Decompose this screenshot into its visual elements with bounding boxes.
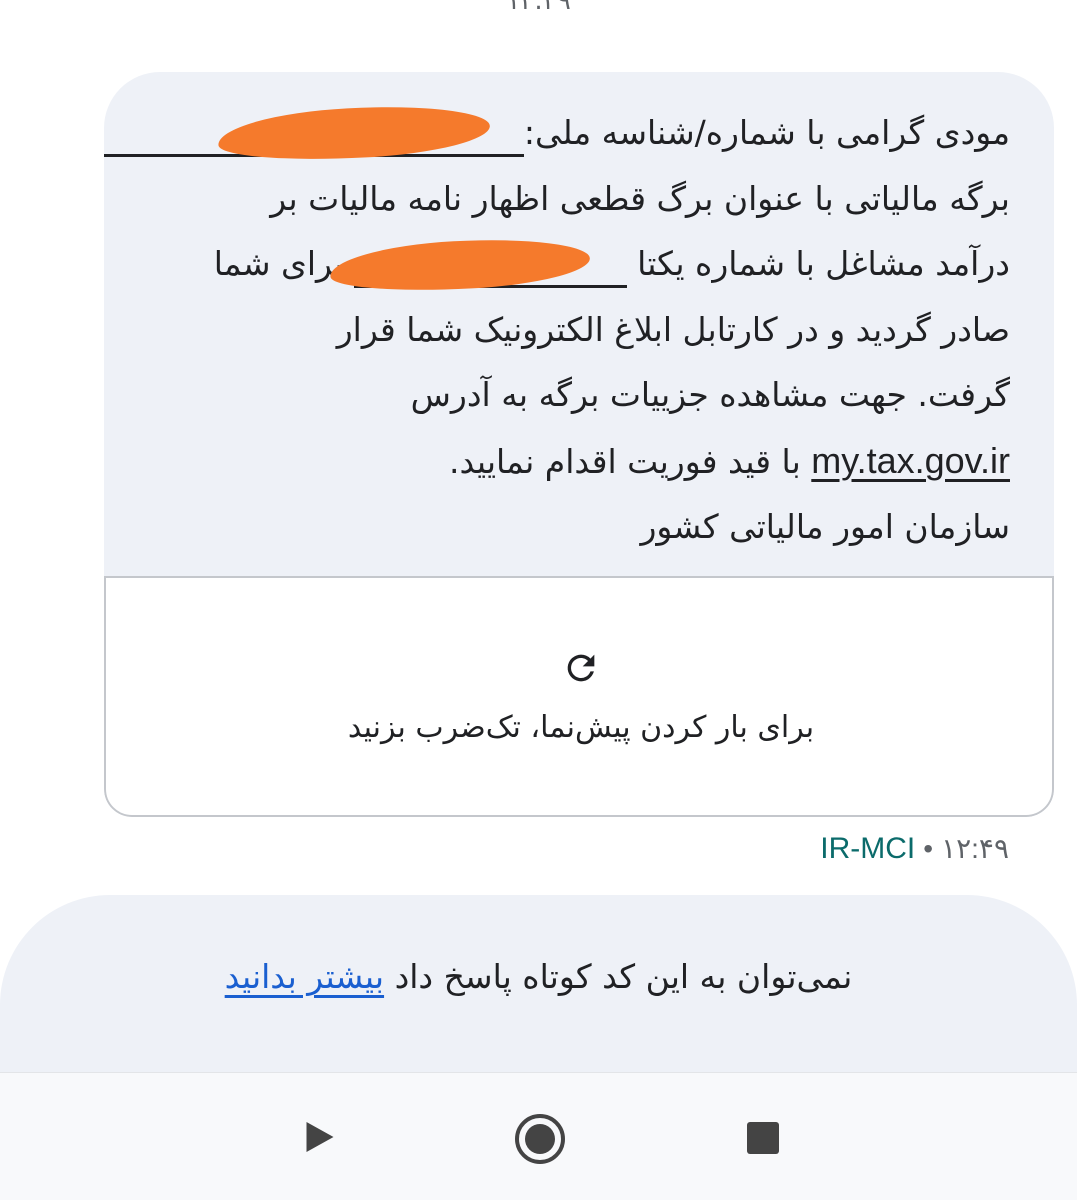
message-line-6: my.tax.gov.ir با قید فوریت اقدام نمایید. bbox=[164, 428, 1010, 495]
load-preview-label: برای بار کردن پیش‌نما، تک‌ضرب بزنید bbox=[347, 710, 815, 745]
back-icon[interactable] bbox=[302, 1119, 338, 1155]
message-meta: IR-MCI • ۱۲:۴۹ bbox=[820, 832, 1009, 866]
message-line-text: برای شما bbox=[213, 244, 344, 283]
message-body: مودی گرامی با شماره/شناسه ملی:​ برگه مال… bbox=[104, 72, 1054, 576]
message-line-2: برگه مالیاتی با عنوان برگ قطعی اظهار نام… bbox=[270, 178, 1010, 218]
message-line-5: گرفت. جهت مشاهده جزییات برگه به آدرس bbox=[410, 375, 1010, 414]
notice-text-row: نمی‌توان به این کد کوتاه پاسخ داد بیشتر … bbox=[0, 957, 1077, 996]
message-line-1: مودی گرامی با شماره/شناسه ملی:​ bbox=[104, 100, 1010, 166]
refresh-icon bbox=[567, 654, 595, 682]
screen: ۱۲:۴۹ مودی گرامی با شماره/شناسه ملی:​ بر… bbox=[0, 0, 1077, 1200]
home-icon[interactable] bbox=[514, 1113, 566, 1165]
message-line-text: مودی گرامی با شماره/شناسه ملی: bbox=[523, 113, 1010, 152]
recents-icon[interactable] bbox=[746, 1121, 780, 1155]
reply-disabled-notice: نمی‌توان به این کد کوتاه پاسخ داد بیشتر … bbox=[0, 895, 1077, 1095]
notice-text: نمی‌توان به این کد کوتاه پاسخ داد bbox=[394, 957, 853, 996]
message-time-header: ۱۲:۴۹ bbox=[506, 0, 571, 16]
system-nav-bar bbox=[0, 1072, 1077, 1200]
link-preview-card[interactable]: برای بار کردن پیش‌نما، تک‌ضرب بزنید bbox=[104, 576, 1054, 817]
message-line-4: صادر گردید و در کارتابل ابلاغ الکترونیک … bbox=[336, 309, 1010, 349]
message-line-text: با قید فوریت اقدام نمایید. bbox=[449, 441, 801, 481]
message-line-text: درآمد مشاغل با شماره یکتا bbox=[637, 244, 1010, 283]
meta-separator: • bbox=[923, 833, 934, 864]
tax-portal-link[interactable]: my.tax.gov.ir bbox=[811, 440, 1010, 481]
message-timestamp: ۱۲:۴۹ bbox=[941, 833, 1009, 864]
message-line-7: سازمان امور مالیاتی کشور bbox=[640, 507, 1010, 546]
learn-more-link[interactable]: بیشتر بدانید bbox=[225, 957, 384, 996]
message-bubble[interactable]: مودی گرامی با شماره/شناسه ملی:​ برگه مال… bbox=[104, 72, 1054, 817]
message-line-3: درآمد مشاغل با شماره یکتا برای شما bbox=[164, 231, 1010, 297]
sender-name: IR-MCI bbox=[820, 832, 916, 865]
